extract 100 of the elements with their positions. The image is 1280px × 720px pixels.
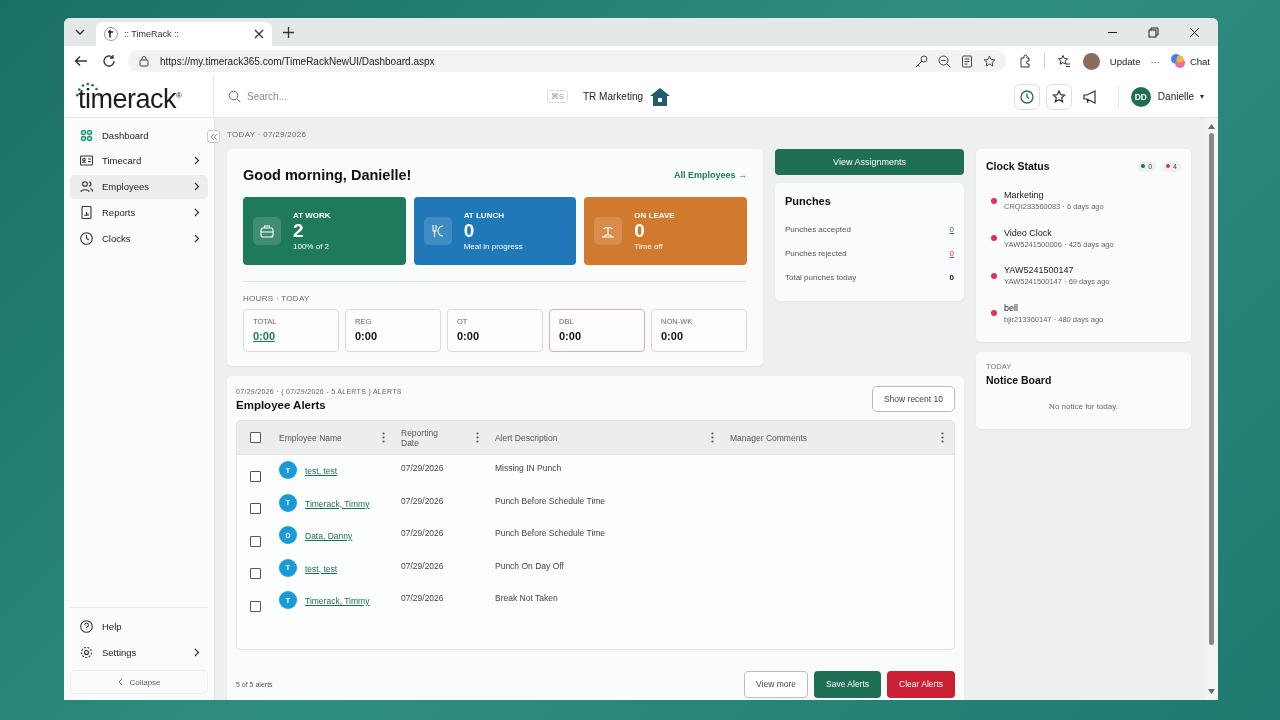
employee-link[interactable]: Timerack, Timmy	[305, 498, 370, 509]
stat-value: 0	[463, 220, 476, 242]
alert-action-button[interactable]: View more	[744, 670, 809, 698]
site-info-icon[interactable]	[138, 55, 150, 67]
employee-link[interactable]: test, test	[305, 466, 338, 476]
chevron-left-icon	[117, 678, 124, 686]
punch-label: Punches accepted	[785, 224, 851, 234]
table-cell: 07/29/2026	[401, 528, 444, 538]
checkbox[interactable]	[249, 432, 261, 443]
megaphone-icon	[1082, 89, 1099, 104]
user-avatar[interactable]: DD	[1130, 86, 1151, 107]
stat-label: AT LUNCH	[463, 211, 505, 220]
column-menu-icon[interactable]	[941, 432, 944, 443]
employee-link[interactable]: test, test	[305, 563, 338, 574]
column-menu-icon[interactable]	[711, 432, 714, 443]
briefcase-icon	[253, 217, 281, 245]
punch-count-link[interactable]: 0	[949, 224, 954, 234]
scroll-up-icon[interactable]	[1208, 124, 1215, 129]
empty-message: No notice for today.	[1049, 402, 1118, 411]
sidebar-item[interactable]: Clocks	[70, 226, 208, 251]
chevron-right-icon	[194, 647, 200, 657]
close-icon[interactable]	[254, 29, 264, 39]
stat-note: Time off	[634, 242, 664, 251]
chevron-right-icon	[194, 156, 200, 166]
greeting-title: Good morning, Danielle!	[243, 167, 412, 183]
checkbox[interactable]	[249, 535, 261, 547]
checkbox[interactable]	[249, 600, 261, 612]
column-menu-icon[interactable]	[382, 432, 385, 443]
update-button[interactable]: Update	[1109, 55, 1141, 67]
home-icon[interactable]	[649, 86, 671, 107]
alert-action-button[interactable]: Clear Alerts	[887, 670, 955, 698]
alert-action-button[interactable]: Save Alerts	[814, 670, 882, 698]
checkbox[interactable]	[249, 470, 261, 482]
all-employees-link[interactable]: All Employees →	[673, 170, 747, 180]
clock-icon	[1019, 89, 1034, 104]
url-text: https://my.timerack365.com/TimeRackNewUI/Dashboard.aspx	[160, 55, 435, 67]
card-title: Punches	[785, 195, 832, 207]
table-cell: Punch Before Schedule Time	[495, 528, 606, 538]
sidebar-item[interactable]: Reports	[70, 200, 208, 225]
zoom-out-icon[interactable]	[937, 54, 951, 68]
more-button[interactable]: ···	[1150, 55, 1160, 67]
view-assignments-button[interactable]: View Assignments	[775, 149, 964, 175]
settings-icon	[80, 645, 93, 659]
scroll-down-icon[interactable]	[1208, 689, 1215, 694]
card-title: Notice Board	[986, 374, 1053, 386]
reload-icon[interactable]	[100, 52, 118, 70]
chat-button[interactable]: Chat	[1169, 53, 1210, 69]
reader-icon[interactable]	[960, 54, 973, 68]
sidebar-item[interactable]: Dashboard	[70, 123, 208, 147]
stat-card[interactable]: AT WORK 2 100% of 2	[243, 197, 406, 265]
hours-value: 0:00	[355, 330, 379, 342]
help-icon	[80, 619, 93, 633]
shortcut-hint: ⌘S	[546, 90, 568, 103]
column-header[interactable]: Manager Comments	[730, 432, 807, 443]
sidebar-item[interactable]: Help	[70, 614, 208, 639]
collapse-button[interactable]: Collapse	[70, 670, 208, 694]
column-header[interactable]: Reporting Date	[401, 427, 451, 448]
profile-avatar[interactable]	[1082, 52, 1100, 70]
sidebar-item[interactable]: Employees	[70, 174, 208, 199]
column-header[interactable]: Employee Name	[279, 432, 342, 443]
stat-card[interactable]: AT LUNCH 0 Meal in progress	[413, 197, 577, 265]
punch-count: 0	[949, 272, 954, 282]
star-icon[interactable]	[982, 54, 996, 68]
key-icon[interactable]	[914, 54, 928, 68]
punch-count-link[interactable]: 0	[949, 248, 954, 258]
fork-moon-icon	[423, 217, 452, 245]
user-name[interactable]: Danielle	[1157, 91, 1194, 102]
favorite-button[interactable]	[1045, 83, 1072, 110]
site-icon	[104, 27, 118, 41]
hours-value: 0:00	[661, 330, 685, 342]
date-label: TODAY · 07/29/2026	[227, 130, 308, 139]
stat-value: 0	[634, 220, 646, 242]
column-menu-icon[interactable]	[476, 432, 479, 443]
address-bar[interactable]: https://my.timerack365.com/TimeRackNewUI/Dashboard.aspx	[128, 50, 1006, 72]
browser-tab[interactable]: :: TimeRack ::	[96, 22, 272, 46]
hours-link[interactable]: 0:00	[253, 330, 329, 342]
punch-label: Total punches today	[785, 272, 857, 282]
employee-link[interactable]: Data, Danny	[305, 531, 353, 541]
clock-name: YAW5241500147	[1004, 265, 1075, 276]
clock-name: Video Clock	[1004, 227, 1053, 238]
clock-button[interactable]	[1013, 83, 1040, 110]
show-recent-button[interactable]: Show recent 10	[871, 386, 955, 412]
search-field[interactable]: Search...	[247, 91, 541, 102]
sidebar-item[interactable]: Settings	[70, 640, 208, 664]
checkbox[interactable]	[249, 503, 261, 515]
employee-link[interactable]: Timerack, Timmy	[305, 596, 370, 606]
chevron-right-icon	[194, 182, 200, 192]
section-label: HOURS · TODAY	[243, 294, 311, 303]
sidebar-item[interactable]: Timecard	[70, 148, 208, 173]
column-header[interactable]: Alert Description	[495, 432, 558, 443]
collapse-toggle-icon[interactable]	[207, 130, 220, 143]
table-cell: 07/29/2026	[401, 495, 444, 506]
brand-logo[interactable]: timerack$^{®}$	[78, 84, 182, 115]
table-cell: Missing IN Punch	[495, 463, 562, 473]
search-icon	[228, 90, 241, 103]
punch-label: Punches rejected	[785, 248, 847, 258]
chevron-right-icon	[194, 233, 200, 243]
checkbox[interactable]	[249, 568, 261, 580]
alerts-title: Employee Alerts	[236, 398, 327, 411]
caret-icon[interactable]: ▾	[1200, 92, 1204, 101]
